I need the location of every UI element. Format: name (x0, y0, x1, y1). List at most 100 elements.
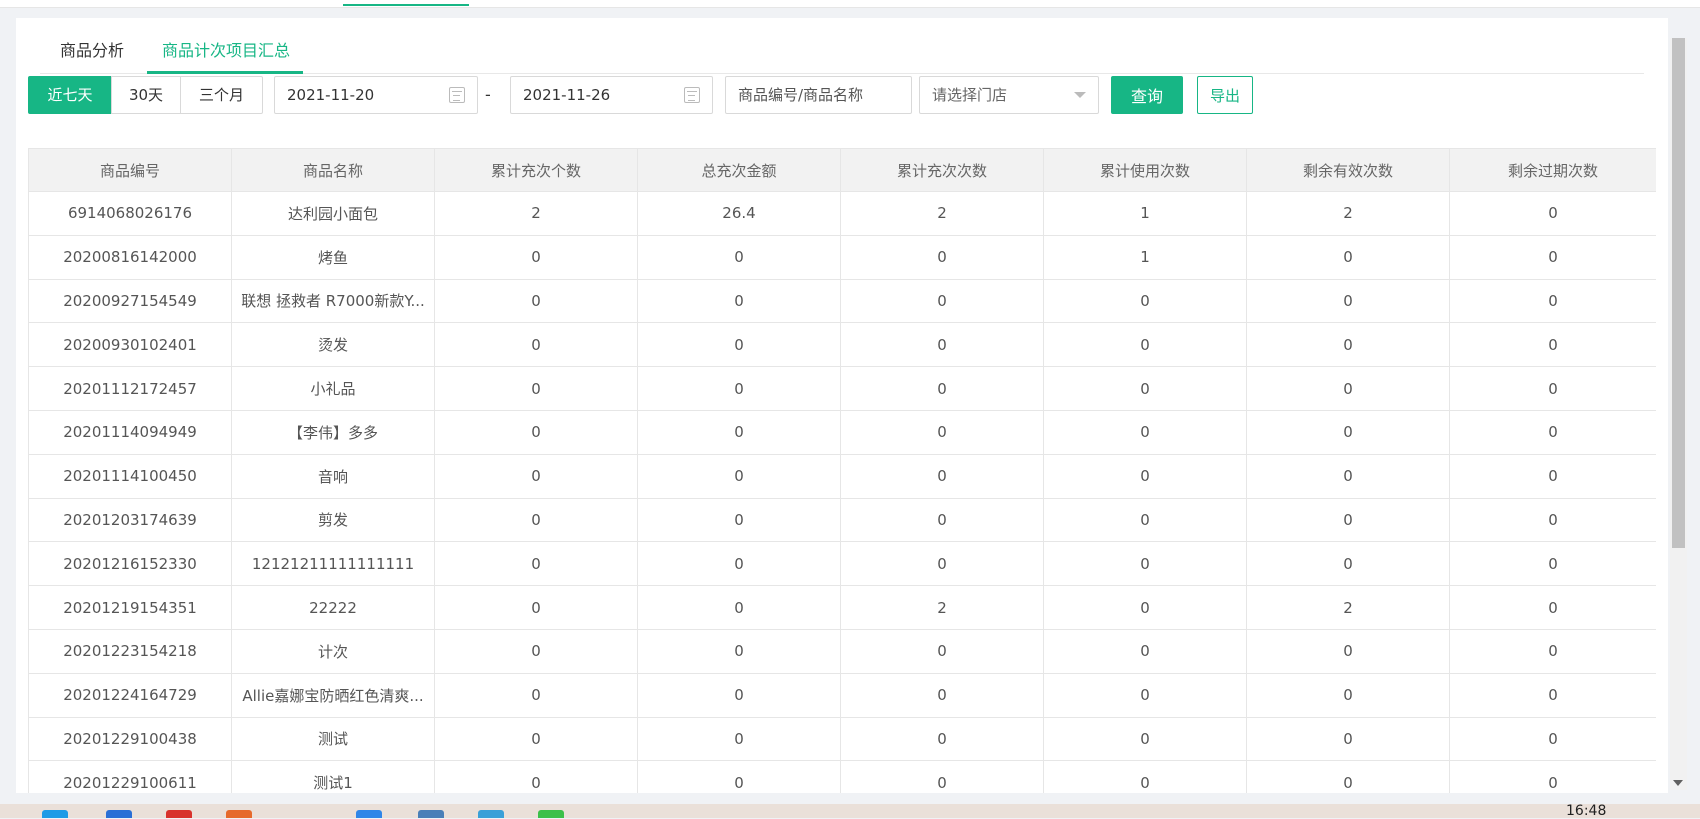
table-cell: 0 (434, 453, 638, 499)
table-row[interactable]: 20201223154218 计次 0 0 0 0 0 0 (28, 628, 1656, 674)
table-cell: 0 (1449, 453, 1656, 499)
app-icon[interactable] (226, 810, 252, 818)
table-cell: 烤鱼 (231, 234, 435, 280)
app-icon[interactable] (478, 810, 504, 818)
table-cell: 0 (1043, 366, 1247, 411)
table-cell: 0 (637, 497, 841, 543)
table-cell: 0 (637, 541, 841, 587)
table-cell: 小礼品 (231, 366, 435, 411)
range-7-days-button[interactable]: 近七天 (28, 76, 112, 114)
table-cell: 0 (1043, 453, 1247, 499)
table-cell: 0 (840, 322, 1044, 368)
table-cell: 0 (1246, 628, 1450, 674)
query-button[interactable]: 查询 (1111, 76, 1183, 114)
table-cell: Allie嘉娜宝防晒红色清爽... (231, 672, 435, 718)
summary-table-container: 商品编号 商品名称 累计充次个数 总充次金额 累计充次次数 累计使用次数 剩余有效次数 剩余过… (28, 148, 1656, 793)
table-cell: 20201114100450 (28, 453, 232, 499)
table-cell: 0 (637, 628, 841, 674)
table-cell: 0 (1449, 541, 1656, 587)
product-search-input[interactable] (725, 76, 912, 114)
table-cell: 0 (1246, 453, 1450, 499)
column-header: 总充次金额 (637, 148, 841, 192)
table-cell: 测试1 (231, 760, 435, 793)
table-cell: 2 (1246, 585, 1450, 630)
table-row[interactable]: 20201114094949 【李伟】多多 0 0 0 0 0 0 (28, 409, 1656, 455)
table-cell: 22222 (231, 585, 435, 630)
app-icon[interactable] (42, 810, 68, 818)
date-range-separator: - (485, 85, 491, 104)
table-cell: 0 (1246, 409, 1450, 455)
app-icon[interactable] (356, 810, 382, 818)
table-cell: 联想 拯救者 R7000新款Y... (231, 278, 435, 324)
table-cell: 0 (434, 322, 638, 368)
table-cell: 0 (1449, 366, 1656, 411)
table-row[interactable]: 6914068026176 达利园小面包 2 26.4 2 1 2 0 (28, 191, 1656, 236)
table-cell: 20201223154218 (28, 628, 232, 674)
app-icon[interactable] (166, 810, 192, 818)
table-cell: 0 (434, 541, 638, 587)
table-row[interactable]: 20201219154351 22222 0 0 2 0 2 0 (28, 585, 1656, 630)
start-date-picker[interactable]: 2021-11-20 (274, 76, 478, 114)
table-cell: 0 (1043, 628, 1247, 674)
tab-bar: 商品分析 商品计次项目汇总 (40, 28, 1644, 74)
table-cell: 0 (1449, 672, 1656, 718)
store-select-placeholder: 请选择门店 (932, 86, 1008, 104)
table-cell: 0 (840, 453, 1044, 499)
tab-product-analysis[interactable]: 商品分析 (60, 28, 124, 74)
export-button[interactable]: 导出 (1197, 76, 1253, 114)
table-cell: 0 (434, 234, 638, 280)
table-cell: 烫发 (231, 322, 435, 368)
table-cell: 计次 (231, 628, 435, 674)
table-cell: 0 (840, 409, 1044, 455)
table-cell: 0 (1043, 497, 1247, 543)
main-card: 商品分析 商品计次项目汇总 近七天 30天 三个月 2021-11-20 - 2… (16, 18, 1668, 793)
table-cell: 0 (840, 716, 1044, 762)
table-cell: 0 (1246, 672, 1450, 718)
scrollbar-thumb[interactable] (1672, 38, 1685, 548)
table-cell: 0 (840, 760, 1044, 793)
table-cell: 0 (1246, 234, 1450, 280)
page-scrollbar[interactable] (1670, 38, 1687, 790)
table-cell: 0 (840, 541, 1044, 587)
column-header: 商品名称 (231, 148, 435, 192)
store-select[interactable]: 请选择门店 (919, 76, 1099, 114)
end-date-picker[interactable]: 2021-11-26 (510, 76, 713, 114)
column-header: 累计充次个数 (434, 148, 638, 192)
table-row[interactable]: 20200816142000 烤鱼 0 0 0 1 0 0 (28, 234, 1656, 280)
table-cell: 0 (637, 366, 841, 411)
table-cell: 0 (434, 585, 638, 630)
table-row[interactable]: 20201229100611 测试1 0 0 0 0 0 0 (28, 760, 1656, 793)
range-3-months-button[interactable]: 三个月 (180, 76, 263, 114)
table-row[interactable]: 20201114100450 音响 0 0 0 0 0 0 (28, 453, 1656, 499)
table-cell: 0 (1043, 278, 1247, 324)
scroll-down-arrow-icon[interactable] (1673, 780, 1683, 786)
start-date-value: 2021-11-20 (287, 86, 375, 104)
app-icon[interactable] (538, 810, 564, 818)
table-row[interactable]: 20201229100438 测试 0 0 0 0 0 0 (28, 716, 1656, 762)
table-row[interactable]: 20201216152330 12121211111111111 0 0 0 0 0 0 (28, 541, 1656, 587)
table-header-row: 商品编号 商品名称 累计充次个数 总充次金额 累计充次次数 累计使用次数 剩余有效次数 剩余过… (28, 148, 1656, 192)
table-cell: 0 (840, 497, 1044, 543)
table-cell: 【李伟】多多 (231, 409, 435, 455)
table-cell: 0 (1043, 541, 1247, 587)
table-cell: 0 (434, 409, 638, 455)
table-row[interactable]: 20200927154549 联想 拯救者 R7000新款Y... 0 0 0 0 0 0 (28, 278, 1656, 324)
table-cell: 1 (1043, 191, 1247, 236)
app-icon[interactable] (418, 810, 444, 818)
table-cell: 0 (1246, 366, 1450, 411)
table-cell: 0 (1246, 497, 1450, 543)
table-cell: 0 (1246, 716, 1450, 762)
range-30-days-button[interactable]: 30天 (111, 76, 181, 114)
app-icon[interactable] (106, 810, 132, 818)
table-cell: 0 (1449, 585, 1656, 630)
tab-count-item-summary[interactable]: 商品计次项目汇总 (162, 28, 290, 74)
table-row[interactable]: 20201203174639 剪发 0 0 0 0 0 0 (28, 497, 1656, 543)
table-row[interactable]: 20200930102401 烫发 0 0 0 0 0 0 (28, 322, 1656, 368)
table-cell: 0 (1246, 760, 1450, 793)
table-cell: 0 (637, 234, 841, 280)
table-cell: 20201203174639 (28, 497, 232, 543)
table-row[interactable]: 20201112172457 小礼品 0 0 0 0 0 0 (28, 366, 1656, 411)
table-row[interactable]: 20201224164729 Allie嘉娜宝防晒红色清爽... 0 0 0 0 0 0 (28, 672, 1656, 718)
calendar-icon (449, 87, 465, 103)
table-cell: 0 (1449, 234, 1656, 280)
